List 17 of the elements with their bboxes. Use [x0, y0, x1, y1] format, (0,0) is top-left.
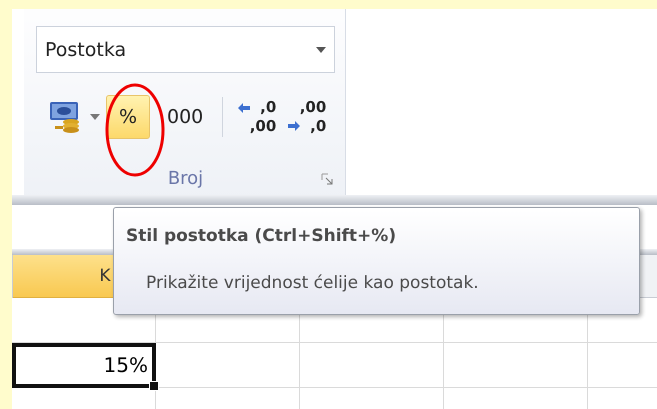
arrow-left-icon [238, 103, 250, 113]
increase-decimal-button[interactable]: ,0 ,00 [235, 97, 280, 137]
table-cell[interactable] [156, 343, 300, 388]
comma-style-button[interactable]: 000 [156, 95, 210, 139]
group-label: Broj [168, 168, 204, 188]
caret-icon[interactable] [90, 114, 100, 120]
tooltip-title: Stil postotka (Ctrl+Shift+%) [126, 226, 398, 246]
decrease-decimal-button[interactable]: ,00 ,0 [285, 97, 330, 137]
splitter-bar[interactable] [12, 195, 657, 205]
number-format-dropdown[interactable]: Postotka [36, 26, 335, 73]
active-cell[interactable]: 15% [12, 343, 156, 388]
dialog-launcher-icon[interactable] [321, 173, 333, 185]
table-cell[interactable] [444, 343, 588, 388]
table-cell[interactable] [300, 343, 444, 388]
caret-icon [316, 46, 326, 52]
arrow-right-icon [288, 121, 300, 131]
percent-style-button[interactable]: % [106, 95, 150, 139]
